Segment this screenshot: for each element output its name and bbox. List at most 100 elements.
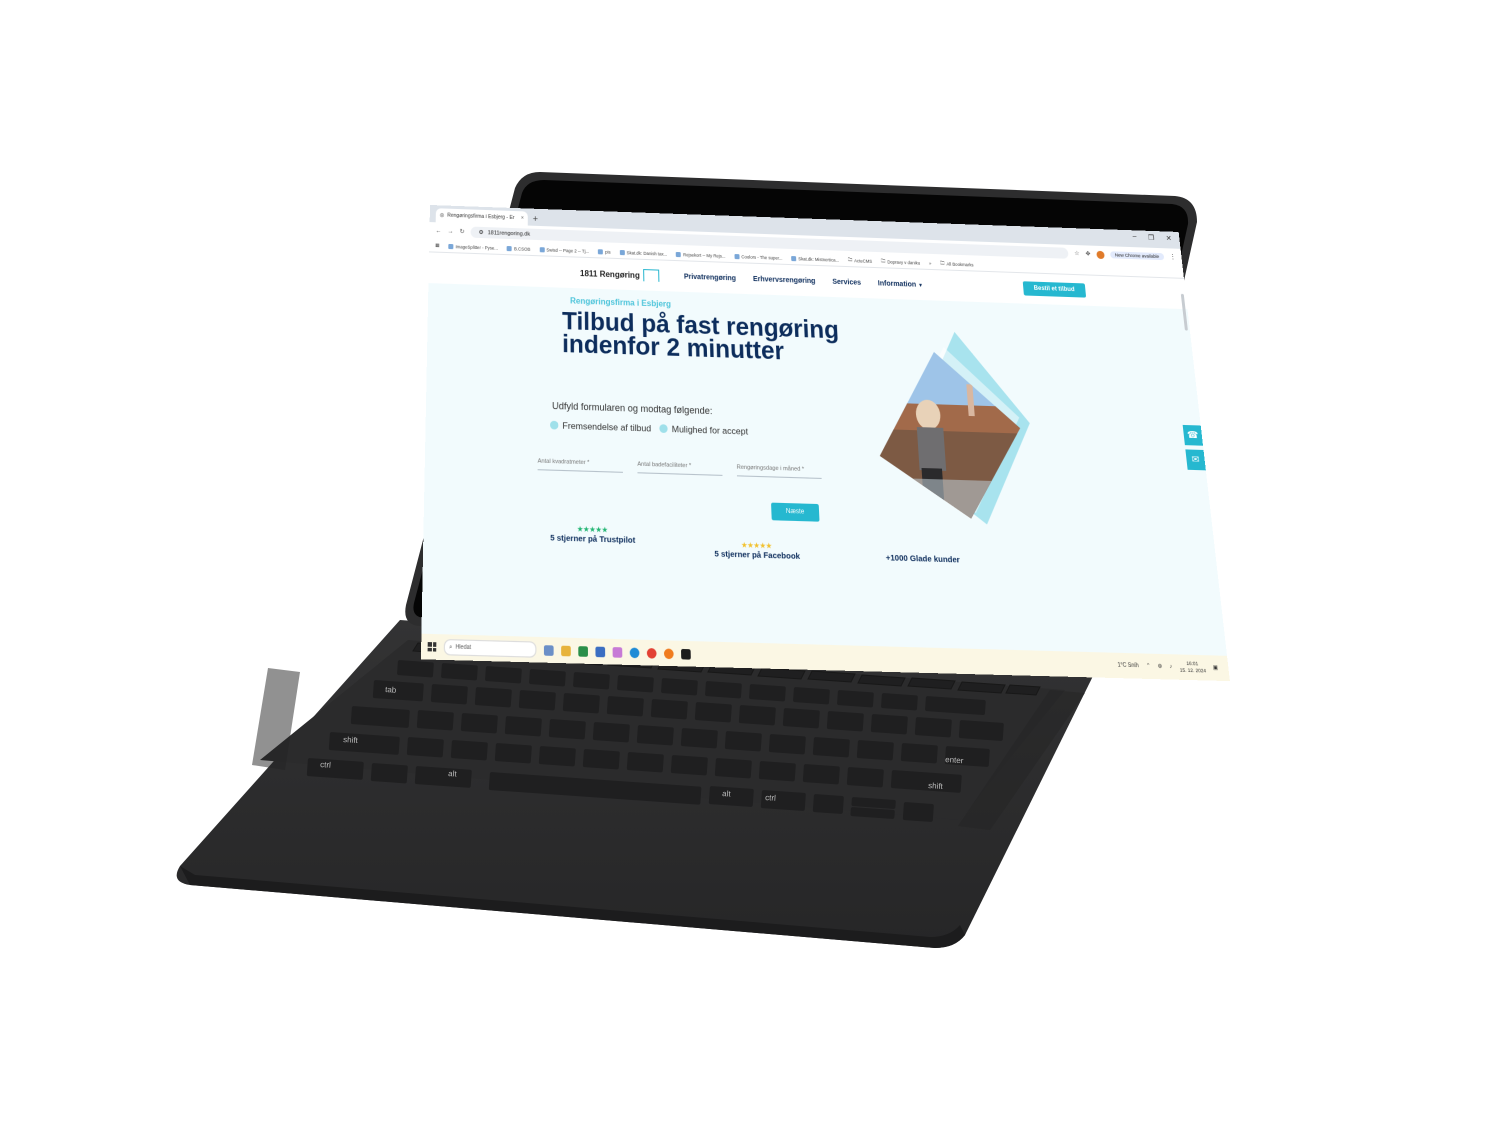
task-view-icon[interactable]	[543, 644, 554, 656]
nav-item-information[interactable]: Information ▼	[878, 280, 924, 289]
bookmark-label: Swisd -- Page 2 -- Tj...	[546, 246, 590, 254]
square-meters-field[interactable]: Antal kvadratmeter *	[537, 458, 623, 473]
benefit-label: Fremsendelse af tilbud	[562, 420, 652, 434]
bookmark-item[interactable]: Coolors - The super...	[734, 253, 782, 260]
bookmark-label: Dopravy v daniku	[887, 258, 921, 266]
taskbar-search[interactable]: ⌕ Hledat	[443, 638, 537, 658]
bookmark-favicon-icon	[791, 255, 797, 261]
trustpilot-rating: ★★★★★ 5 stjerner på Trustpilot	[550, 525, 635, 545]
clock[interactable]: 16:01 15. 12. 2024	[1179, 660, 1207, 675]
benefit-list: Fremsendelse af tilbud Mulighed for acce…	[550, 420, 748, 437]
nav-item-services[interactable]: Services	[832, 278, 861, 286]
reload-icon[interactable]: ↻	[460, 228, 465, 235]
hero-eyebrow: Rengøringsfirma i Esbjerg	[570, 296, 672, 309]
file-explorer-icon[interactable]	[561, 645, 571, 656]
customers-count: +1000 Glade kunder	[886, 552, 961, 564]
menu-kebab-icon[interactable]: ⋮	[1169, 253, 1177, 260]
hero-intro: Udfyld formularen og modtag følgende:	[552, 400, 713, 417]
forward-icon[interactable]: →	[448, 228, 454, 234]
site-logo[interactable]: 1811 Rengøring	[580, 267, 659, 282]
hero-section: Rengøringsfirma i Esbjerg Tilbud på fast…	[422, 283, 1222, 604]
bookmark-label: Skat.dk: Danish tax...	[626, 249, 668, 257]
new-tab-button[interactable]: +	[533, 214, 538, 224]
windows-start-icon[interactable]	[427, 642, 437, 652]
new-chrome-button[interactable]: New Chrome available	[1109, 251, 1165, 261]
bookmark-label: B.CSOB	[513, 245, 531, 252]
mail-icon[interactable]: ✉	[1185, 449, 1206, 471]
bookmark-favicon-icon	[506, 245, 513, 251]
bookmark-favicon-icon	[539, 246, 545, 252]
bookmark-favicon-icon	[734, 253, 740, 259]
bookmark-favicon-icon	[676, 251, 682, 257]
bookmark-star-icon[interactable]: ☆	[1074, 250, 1080, 257]
bookmark-item[interactable]: ImageSplitter - Pyse...	[448, 243, 498, 250]
nav-item-information-label: Information	[877, 279, 917, 289]
app-icon[interactable]	[595, 646, 606, 657]
edge-icon[interactable]	[629, 646, 640, 658]
bookmark-folder[interactable]: 🗀 Dopravy v daniku	[881, 257, 921, 266]
check-icon	[550, 420, 559, 430]
notification-icon[interactable]: ▣	[1213, 665, 1219, 672]
taskbar-search-label: Hledat	[455, 643, 472, 652]
benefit-item: Fremsendelse af tilbud	[550, 420, 651, 434]
nav-item-erhvervsrengoring[interactable]: Erhvervsrengøring	[753, 275, 816, 284]
profile-avatar[interactable]	[1095, 250, 1105, 259]
bookmark-item[interactable]: Rejsekort -- My Rejs...	[676, 251, 726, 258]
benefit-item: Mulighed for accept	[659, 423, 748, 437]
cleaning-days-field[interactable]: Rengøringsdage i måned *	[736, 464, 822, 479]
bookmark-label: pis	[605, 248, 611, 255]
bookmark-item[interactable]: Skat.dk: Danish tax...	[619, 249, 668, 257]
close-tab-icon[interactable]: ×	[521, 215, 524, 221]
hero-photo	[862, 329, 1039, 527]
folder-icon: 🗀	[847, 257, 853, 263]
site-settings-icon[interactable]: ⚙	[479, 229, 484, 235]
all-bookmarks-folder[interactable]: 🗀 All Bookmarks	[940, 259, 974, 268]
opera-icon[interactable]	[663, 647, 674, 659]
trustpilot-label: 5 stjerner på Trustpilot	[550, 532, 636, 546]
chrome-icon[interactable]	[646, 647, 657, 659]
globe-icon: ◎	[439, 212, 445, 219]
bookmark-item[interactable]: Swisd -- Page 2 -- Tj...	[539, 246, 590, 254]
bookmark-label: Skat.dk: Mistnertica...	[798, 255, 840, 263]
next-button[interactable]: Næste	[771, 502, 820, 522]
system-tray: 1°C Sníh ⌃ ⊛ ♪ 16:01 15. 12. 2024 ▣	[1117, 659, 1229, 676]
benefit-label: Mulighed for accept	[671, 423, 749, 437]
back-icon[interactable]: ←	[435, 228, 441, 234]
customers-label: +1000 Glade kunder	[885, 552, 961, 565]
facebook-label: 5 stjerner på Facebook	[714, 548, 801, 562]
nav-item-privatrengoring[interactable]: Privatrengøring	[684, 273, 736, 282]
all-bookmarks-label: All Bookmarks	[946, 260, 974, 267]
quote-form: Antal kvadratmeter * Antal badefacilitet…	[537, 458, 822, 479]
phone-icon[interactable]: ☎	[1182, 424, 1204, 446]
store-icon[interactable]	[578, 645, 589, 657]
logo-text: 1811 Rengøring	[579, 268, 640, 280]
bookmark-label: ActeCMS	[854, 257, 873, 264]
figma-icon[interactable]	[680, 648, 691, 660]
bookmark-favicon-icon	[619, 249, 625, 255]
close-window-icon[interactable]: ✕	[1165, 234, 1172, 242]
tray-chevron-icon[interactable]: ⌃	[1146, 663, 1151, 670]
volume-icon[interactable]: ♪	[1169, 663, 1172, 670]
bookmark-item[interactable]: Skat.dk: Mistnertica...	[791, 255, 840, 263]
house-logo-icon	[642, 269, 659, 282]
restore-icon[interactable]: ❐	[1148, 234, 1155, 242]
bookmark-favicon-icon	[448, 243, 454, 249]
search-icon: ⌕	[449, 643, 453, 651]
order-quote-button[interactable]: Bestil et tilbud	[1022, 281, 1087, 298]
chevron-down-icon: ▼	[917, 282, 924, 289]
weather-widget[interactable]: 1°C Sníh	[1117, 662, 1139, 669]
url-text: 1811rengoring.dk	[487, 229, 531, 238]
clock-date: 15. 12. 2024	[1179, 667, 1207, 674]
bookmark-item[interactable]: B.CSOB	[506, 245, 531, 252]
bathrooms-field[interactable]: Antal badefaciliteter *	[637, 461, 723, 476]
bookmark-folder[interactable]: 🗀 ActeCMS	[848, 256, 873, 265]
bookmark-favicon-icon	[598, 248, 604, 254]
extensions-icon[interactable]: ✥	[1085, 250, 1091, 257]
more-bookmarks-icon[interactable]: »	[929, 260, 932, 265]
minimize-icon[interactable]: –	[1132, 233, 1137, 241]
paint-icon[interactable]	[612, 646, 623, 658]
network-icon[interactable]: ⊛	[1158, 663, 1163, 670]
bookmark-item[interactable]: pis	[598, 248, 611, 255]
apps-grid-icon[interactable]: ▦	[435, 242, 439, 248]
check-icon	[659, 424, 668, 434]
